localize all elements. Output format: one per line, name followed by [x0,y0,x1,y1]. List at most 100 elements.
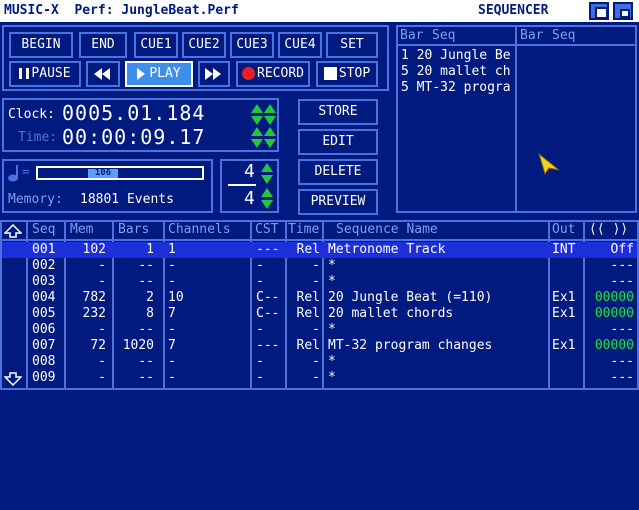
cell-off: --- [610,274,634,289]
cell-name: 20 Jungle Beat (=110) [328,290,493,305]
up-arrow-icon[interactable] [261,188,273,197]
cell-seq: 009 [32,370,56,385]
cell-mem: - [98,354,106,369]
cell-ch: 10 [168,290,184,305]
preview-button[interactable]: PREVIEW [298,189,378,215]
cell-mem: - [98,322,106,337]
end-button[interactable]: END [79,32,127,58]
table-row[interactable]: 006- -- - - - * --- [2,322,637,338]
up-arrow-icon[interactable] [261,163,273,172]
zoom-gadget-icon[interactable] [613,2,633,20]
play-button[interactable]: PLAY [125,61,193,87]
col-header-seq: Seq [32,222,56,237]
cell-name: * [328,322,336,337]
cue3-button[interactable]: CUE3 [230,32,274,58]
table-row[interactable]: 009- -- - - - * --- [2,370,637,386]
scroll-up-icon[interactable] [4,224,22,238]
cell-mem: 782 [82,290,106,305]
down-arrow-icon[interactable] [264,139,276,148]
tempo-slider[interactable]: 106 [36,166,204,180]
tempo-slider-knob[interactable]: 106 [88,169,118,178]
cell-name: MT-32 program changes [328,338,493,353]
col-scroll-arrows[interactable]: ⟨⟨ ⟩⟩ [589,222,628,240]
time-stepper[interactable] [263,127,277,149]
up-arrow-icon[interactable] [251,104,263,113]
down-arrow-icon[interactable] [261,175,273,184]
note-icon [8,165,18,182]
col-header-sequence-name: Sequence Name [336,222,438,237]
cell-bars: -- [138,274,154,289]
edit-button[interactable]: EDIT [298,129,378,155]
cell-bars: -- [138,354,154,369]
table-row[interactable]: 003- -- - - - * --- [2,274,637,290]
down-arrow-icon[interactable] [251,139,263,148]
denominator-stepper[interactable] [260,188,274,210]
record-icon [242,67,256,80]
down-arrow-icon[interactable] [251,116,263,125]
cell-time: - [312,322,320,337]
col-header-time: Time [288,222,320,237]
bar-column-header: Bar [520,28,544,43]
col-header-mem: Mem [70,222,94,237]
fast-forward-icon [213,67,221,80]
cue4-button[interactable]: CUE4 [278,32,322,58]
table-row[interactable]: 005 232 8 7 C-- Rel 20 mallet chords Ex1 00000 [2,306,637,322]
table-row[interactable]: 002- -- - - - * --- [2,258,637,274]
table-row[interactable]: 001 102 1 1 --- Rel Metronome Track INT Off [2,242,637,258]
cell-bars: -- [138,370,154,385]
mouse-pointer-icon [538,152,560,176]
clock-stepper[interactable] [250,104,264,126]
fast-forward-icon [205,67,213,80]
play-icon [137,67,146,80]
cell-time: - [312,274,320,289]
cell-mem: - [98,274,106,289]
up-arrow-icon[interactable] [251,127,263,136]
bar-seq-entry[interactable]: 5 20 mallet ch [401,64,511,79]
table-row[interactable]: 007 72 1020 7 --- Rel MT-32 program changes Ex1… [2,338,637,354]
cue1-button[interactable]: CUE1 [134,32,178,58]
record-button[interactable]: RECORD [236,61,310,87]
set-button[interactable]: SET [326,32,378,58]
window-title: MUSIC-X Perf: JungleBeat.Perf [4,3,239,18]
cell-name: * [328,274,336,289]
cell-bars: -- [138,322,154,337]
cell-out: Ex1 [552,290,576,305]
cell-off: Off [610,242,634,257]
rewind-button[interactable] [86,61,120,87]
up-arrow-icon[interactable] [264,104,276,113]
rewind-icon [94,67,102,80]
title-bar[interactable]: MUSIC-X Perf: JungleBeat.Perf SEQUENCER [0,0,639,22]
numerator-stepper[interactable] [260,163,274,185]
cell-ch: 1 [168,242,176,257]
bar-seq-entry[interactable]: 1 20 Jungle Be [401,48,511,63]
clock-stepper[interactable] [263,104,277,126]
cell-cst: - [256,370,264,385]
tempo-equals: = [22,165,30,180]
table-row[interactable]: 008- -- - - - * --- [2,354,637,370]
bar-seq-entry[interactable]: 5 MT-32 progra [401,80,511,95]
pause-button[interactable]: PAUSE [9,61,81,87]
fast-forward-button[interactable] [198,61,230,87]
cell-time: Rel [296,338,320,353]
time-stepper[interactable] [250,127,264,149]
up-arrow-icon[interactable] [264,127,276,136]
depth-gadget-icon[interactable] [589,2,609,20]
store-button[interactable]: STORE [298,99,378,125]
begin-button[interactable]: BEGIN [9,32,73,58]
table-row[interactable]: 004 782 2 10 C-- Rel 20 Jungle Beat (=110) Ex1 0… [2,290,637,306]
cell-time: Rel [296,242,320,257]
cell-seq: 001 [32,242,56,257]
down-arrow-icon[interactable] [264,116,276,125]
delete-button[interactable]: DELETE [298,159,378,185]
seq-column-header: Seq [552,28,576,43]
cell-time: Rel [296,290,320,305]
cell-cst: --- [256,242,280,257]
col-header-cst: CST [255,222,279,237]
clock-readout: 0005.01.184 [62,101,206,125]
stop-button[interactable]: STOP [316,61,378,87]
cue2-button[interactable]: CUE2 [182,32,226,58]
time-signature-denominator: 4 [244,188,256,209]
down-arrow-icon[interactable] [261,200,273,209]
seq-column-header: Seq [432,28,456,43]
cell-off: --- [610,354,634,369]
